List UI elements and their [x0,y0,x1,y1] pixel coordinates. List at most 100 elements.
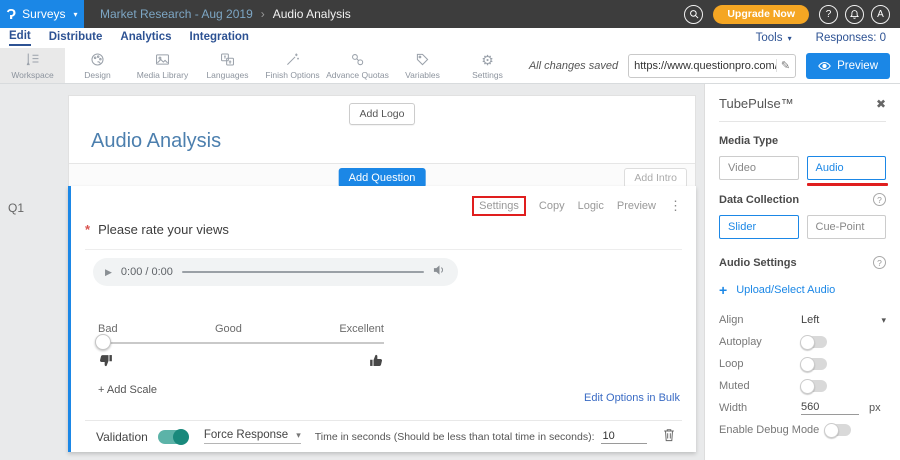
width-label: Width [719,402,801,414]
toolbar-item-variables[interactable]: Variables [390,48,455,83]
responses-count[interactable]: Responses: 0 [816,32,886,44]
add-scale-button[interactable]: + Add Scale [98,384,157,396]
slider-handle[interactable] [95,334,111,350]
kebab-menu-icon[interactable]: ⋮ [669,198,682,214]
nav-tab-analytics[interactable]: Analytics [120,31,171,45]
add-logo-row: Add Logo [69,96,695,126]
save-status-text: All changes saved [529,60,618,72]
notifications-button[interactable] [845,5,864,24]
edit-options-in-bulk-link[interactable]: Edit Options in Bulk [584,392,680,404]
question-text-input[interactable]: Please rate your views [98,222,229,237]
help-icon[interactable]: ? [873,193,886,206]
toolbar-item-finish-options[interactable]: Finish Options [260,48,325,83]
time-in-seconds-input[interactable]: 10 [601,429,647,444]
debug-toggle[interactable] [825,424,851,436]
media-type-audio-button[interactable]: Audio [807,156,887,180]
add-question-button[interactable]: Add Question [339,168,426,188]
chevron-down-icon[interactable]: ▾ [881,315,886,326]
search-button[interactable] [684,5,703,24]
autoplay-toggle[interactable] [801,336,827,348]
nav-tab-edit[interactable]: Edit [9,30,31,46]
gear-icon: ⚙ [481,52,494,68]
data-collection-slider-button[interactable]: Slider [719,215,799,239]
tag-icon [414,52,431,68]
delete-question-button[interactable] [662,427,676,447]
account-avatar[interactable]: A [871,5,890,24]
media-type-video-button[interactable]: Video [719,156,799,180]
app-logo-menu[interactable]: Ɂ Surveys ▾ [0,0,84,28]
question-settings-button[interactable]: Settings [472,196,526,216]
slider-track[interactable] [98,342,384,344]
nav-tab-distribute[interactable]: Distribute [49,31,103,45]
pencil-icon[interactable]: ✎ [776,59,790,72]
nav-right: Tools ▾ Responses: 0 [756,32,900,44]
thumbs-up-icon [369,353,384,368]
close-icon[interactable]: ✖ [876,97,886,111]
thumbs-down-icon [98,353,113,368]
validation-toggle[interactable] [158,430,188,444]
toolbar-item-languages[interactable]: Languages [195,48,260,83]
survey-url-field[interactable]: https://www.questionpro.com/t/APNrfZ ✎ [628,54,796,78]
surveys-menu-label: Surveys [22,7,65,21]
add-intro-button[interactable]: Add Intro [624,168,687,188]
palette-icon [89,52,106,68]
validation-type-dropdown[interactable]: Force Response ▾ [204,429,301,444]
align-row: Align Left ▾ [719,313,886,327]
question-logic-button[interactable]: Logic [578,200,604,212]
avatar-initial: A [877,9,884,20]
media-type-options: Video Audio [719,156,886,180]
chevron-down-icon: ▾ [296,430,301,441]
question-actions: Settings Copy Logic Preview ⋮ [472,196,682,216]
toolbar-item-design[interactable]: Design [65,48,130,83]
muted-label: Muted [719,380,801,392]
toggle-knob [173,429,189,445]
survey-title[interactable]: Audio Analysis [91,130,695,153]
audio-settings-label-row: Audio Settings ? [719,256,886,269]
breadcrumb-survey-name[interactable]: Market Research - Aug 2019 [100,7,253,21]
align-value[interactable]: Left [801,314,819,326]
debug-label: Enable Debug Mode [719,424,825,436]
question-copy-button[interactable]: Copy [539,200,565,212]
loop-label: Loop [719,358,801,370]
upgrade-now-button[interactable]: Upgrade Now [713,5,809,24]
scale-label-good[interactable]: Good [215,323,242,335]
question-preview-button[interactable]: Preview [617,200,656,212]
data-collection-options: Slider Cue-Point [719,215,886,239]
tubepulse-settings-panel: TubePulse™ ✖ Media Type Video Audio Data… [704,84,900,460]
muted-toggle[interactable] [801,380,827,392]
image-icon [154,52,171,68]
nav-tab-integration[interactable]: Integration [190,31,249,45]
search-icon [689,9,699,19]
toolbar-item-settings[interactable]: ⚙ Settings [455,48,520,83]
survey-url-text: https://www.questionpro.com/t/APNrfZ [634,60,776,72]
question-mark-icon: ? [826,9,832,20]
add-logo-button[interactable]: Add Logo [349,103,416,125]
muted-row: Muted [719,379,886,393]
toolbar-item-advance-quotas[interactable]: Advance Quotas [325,48,390,83]
chevron-down-icon: ▾ [788,34,792,43]
data-collection-cuepoint-button[interactable]: Cue-Point [807,215,887,239]
width-input[interactable]: 560 [801,401,859,415]
audio-annotation-underline [807,183,889,186]
audio-progress-bar[interactable] [182,271,424,273]
play-icon[interactable]: ▶ [105,267,112,278]
help-icon[interactable]: ? [873,256,886,269]
media-type-label: Media Type [719,135,886,147]
survey-header-card: Add Logo Audio Analysis Add Question Add… [68,95,696,192]
preview-button[interactable]: Preview [806,53,890,79]
breadcrumb-separator-icon: › [261,7,265,21]
help-button[interactable]: ? [819,5,838,24]
question-card: Settings Copy Logic Preview ⋮ * Please r… [68,186,696,452]
upload-select-audio-button[interactable]: + Upload/Select Audio [719,282,886,298]
align-label: Align [719,314,801,326]
tools-menu[interactable]: Tools ▾ [756,32,792,44]
eye-icon [818,61,831,71]
top-bar-actions: Upgrade Now ? A [684,5,900,24]
volume-icon[interactable] [433,263,446,281]
loop-toggle[interactable] [801,358,827,370]
panel-title: TubePulse™ [719,96,794,111]
toolbar-item-media-library[interactable]: Media Library [130,48,195,83]
toolbar-item-workspace[interactable]: Workspace [0,48,65,83]
thumbs-row [98,353,384,368]
scale-label-excellent[interactable]: Excellent [339,323,384,335]
